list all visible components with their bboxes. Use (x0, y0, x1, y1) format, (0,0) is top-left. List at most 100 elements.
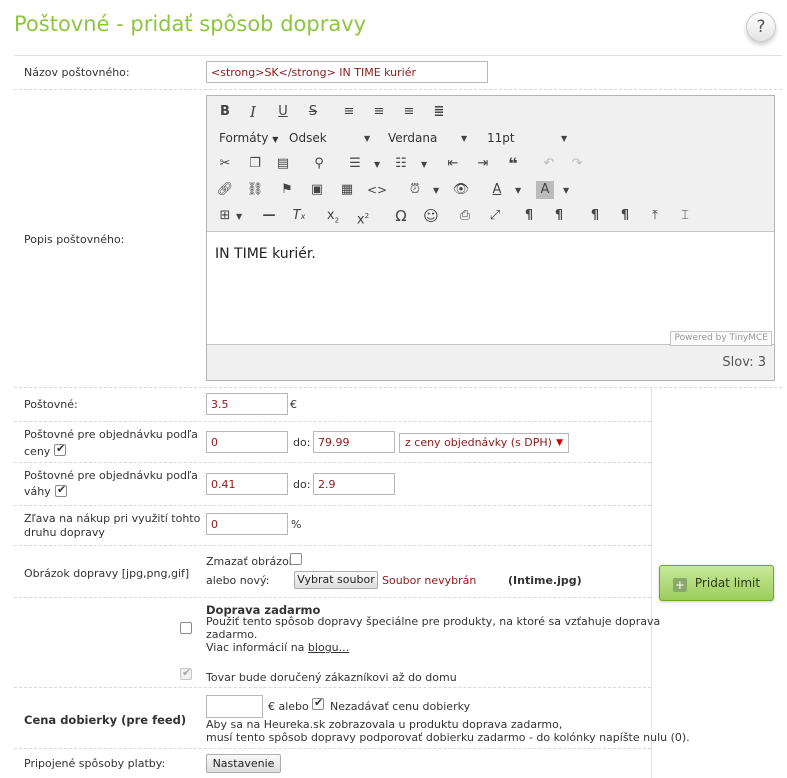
copy-icon[interactable]: ❐ (243, 153, 267, 175)
price-range-label-2: ceny (24, 445, 51, 458)
superscript-icon[interactable]: x2 (351, 205, 375, 227)
chevron-down-icon[interactable]: ▼ (421, 160, 427, 169)
rich-text-editor: B I U S ≡ ≡ ≡ ≣ Formáty ▼ Odsek ▼ Verdan… (206, 95, 775, 381)
name-input[interactable] (206, 61, 488, 83)
unlink-icon[interactable]: ⛓︎ (243, 179, 267, 201)
subscript-icon[interactable]: x2 (321, 205, 345, 227)
link-icon[interactable]: 🔗︎ (213, 179, 237, 201)
no-cod-label: Nezadávať cenu dobierky (330, 700, 471, 713)
discount-input[interactable] (206, 513, 288, 535)
underline-icon[interactable]: U (271, 101, 295, 123)
price-range-label: Poštovné pre objednávku podľa (24, 428, 198, 441)
chevron-down-icon[interactable]: ▼ (515, 186, 521, 195)
indent-icon[interactable]: ⇥ (471, 153, 495, 175)
align-justify-icon[interactable]: ≣ (427, 101, 451, 123)
align-right-icon[interactable]: ≡ (397, 101, 421, 123)
divider (14, 55, 782, 56)
weight-to-input[interactable] (313, 473, 395, 495)
chevron-down-icon: ▼ (272, 135, 279, 144)
description-label: Popis poštovného: (24, 233, 125, 246)
bullet-list-icon[interactable]: ☰ (343, 153, 367, 175)
cod-or-label: € alebo (268, 700, 309, 713)
text-color-icon[interactable]: A (485, 179, 509, 201)
horizontal-rule-icon[interactable]: — (257, 205, 281, 227)
add-limit-button[interactable]: + Pridat limit (659, 565, 774, 601)
align-left-icon[interactable]: ≡ (337, 101, 361, 123)
editor-toolbar-row: ⊞ ▼ — Tx x2 x2 Ω ☺ ⎙ ⤢ ¶ ¶ ¶ ¶ ⤒ ⌶ (209, 205, 769, 229)
clear-format-icon[interactable]: Tx (287, 205, 311, 227)
bold-icon[interactable]: B (213, 101, 237, 123)
cut-icon[interactable]: ✂ (213, 153, 237, 175)
divider (14, 387, 782, 388)
special-char-icon[interactable]: Ω (389, 205, 413, 227)
insert-icon[interactable]: ⤒ (643, 205, 667, 227)
no-cod-checkbox[interactable] (312, 696, 324, 710)
italic-icon[interactable]: I (241, 101, 265, 123)
emoticon-icon[interactable]: ☺ (419, 205, 443, 227)
choose-file-button[interactable]: Vybrat soubor (294, 571, 378, 589)
font-family-dropdown[interactable]: Verdana (388, 127, 437, 149)
price-from-input[interactable] (206, 431, 288, 453)
formats-label: Formáty (219, 131, 269, 145)
image-icon[interactable]: ▣ (305, 179, 329, 201)
media-icon[interactable]: ▦ (335, 179, 359, 201)
chevron-down-icon: ▼ (561, 134, 568, 143)
formats-dropdown[interactable]: Formáty ▼ (219, 127, 278, 151)
rtl-icon[interactable]: ¶ (547, 205, 571, 227)
preview-icon[interactable]: 👁︎ (449, 179, 473, 201)
price-range-checkbox[interactable] (54, 442, 66, 456)
price-basis-select[interactable]: z ceny objednávky (s DPH) ▼ (399, 433, 569, 453)
delete-image-checkbox[interactable] (290, 553, 302, 565)
blockquote-icon[interactable]: ❝ (501, 153, 525, 175)
divider (14, 748, 651, 749)
undo-icon[interactable]: ↶ (537, 153, 561, 175)
divider (14, 462, 651, 463)
chevron-down-icon[interactable]: ▼ (563, 186, 569, 195)
cod-label: Cena dobierky (pre feed) (24, 713, 187, 727)
editor-content-area[interactable]: IN TIME kuriér. Powered by TinyMCE (207, 231, 774, 346)
datetime-icon[interactable]: ⏰︎ (403, 179, 427, 201)
anchor-icon[interactable]: ⚑ (275, 179, 299, 201)
chevron-down-icon[interactable]: ▼ (374, 160, 380, 169)
numbered-list-icon[interactable]: ☷ (389, 153, 413, 175)
cod-price-input[interactable] (206, 695, 263, 718)
chevron-down-icon[interactable]: ▼ (433, 186, 439, 195)
paste-icon[interactable]: ▤ (271, 153, 295, 175)
background-color-icon[interactable]: A (536, 181, 554, 199)
table-icon[interactable]: ⊞ (213, 205, 237, 227)
visual-blocks-icon[interactable]: ¶ (613, 205, 637, 227)
code-icon[interactable]: <> (365, 179, 389, 201)
currency-label: € (290, 398, 297, 411)
price-to-input[interactable] (313, 431, 395, 453)
discount-label-2: druhu dopravy (24, 526, 105, 539)
page-title: Poštovné - pridať spôsob dopravy (14, 12, 367, 36)
weight-from-input[interactable] (206, 473, 288, 495)
block-format-dropdown[interactable]: Odsek (289, 127, 327, 149)
blog-link[interactable]: blogu... (308, 641, 349, 654)
fullscreen-icon[interactable]: ⤢ (483, 205, 507, 227)
help-icon[interactable]: ? (746, 12, 776, 42)
more-info-label: Viac informácií na (206, 641, 305, 654)
editor-content[interactable]: IN TIME kuriér. (215, 246, 316, 262)
editor-toolbar-row: 🔗︎ ⛓︎ ⚑ ▣ ▦ <> ⏰︎ ▼ 👁︎ A ▼ A ▼ (209, 179, 769, 203)
page-break-icon[interactable]: ⌶ (673, 205, 697, 227)
postage-input[interactable] (206, 393, 288, 415)
add-limit-label: Pridat limit (694, 576, 761, 590)
divider (14, 597, 651, 598)
chevron-down-icon[interactable]: ▼ (236, 212, 242, 221)
align-center-icon[interactable]: ≡ (367, 101, 391, 123)
print-icon[interactable]: ⎙ (453, 205, 477, 227)
find-icon[interactable]: ⚲ (307, 153, 331, 175)
redo-icon[interactable]: ↷ (565, 153, 589, 175)
outdent-icon[interactable]: ⇤ (441, 153, 465, 175)
percent-label: % (291, 518, 302, 531)
divider (14, 687, 651, 688)
visual-chars-icon[interactable]: ¶ (583, 205, 607, 227)
font-size-dropdown[interactable]: 11pt (487, 127, 515, 149)
weight-range-checkbox[interactable] (55, 483, 67, 497)
powered-by-label: Powered by TinyMCE (670, 331, 772, 346)
strikethrough-icon[interactable]: S (301, 101, 325, 123)
payment-settings-button[interactable]: Nastavenie (206, 754, 281, 773)
free-shipping-checkbox[interactable] (180, 622, 192, 634)
ltr-icon[interactable]: ¶ (517, 205, 541, 227)
